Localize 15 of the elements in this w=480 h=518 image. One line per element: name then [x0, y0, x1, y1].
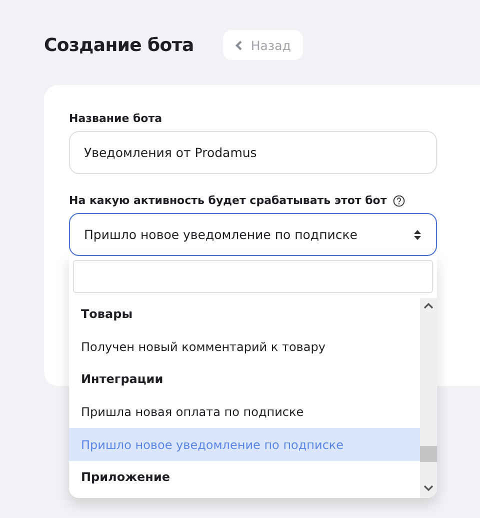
dropdown-option[interactable]: Пришла новая оплата по подписке — [69, 395, 420, 428]
name-input-field[interactable]: Уведомления от Prodamus — [69, 131, 437, 174]
chevron-left-icon — [234, 40, 243, 50]
option-group-label: Приложение — [80, 469, 171, 486]
dropdown-option[interactable]: Получен новый комментарий к товару — [69, 330, 420, 363]
option-group-label: Интеграции — [80, 371, 164, 388]
option-group-label: Товары — [80, 306, 134, 323]
field-label: Название бота — [69, 112, 162, 125]
scrollbar[interactable] — [420, 298, 437, 498]
help-icon[interactable] — [392, 194, 405, 206]
activity-select[interactable]: Пришло новое уведомление по подписке — [69, 213, 437, 256]
sort-arrows-icon — [413, 228, 422, 240]
page-title: Создание бота — [44, 34, 194, 56]
search-field[interactable] — [73, 260, 433, 293]
field-label: На какую активность будет срабатывать этот бот — [69, 194, 387, 207]
